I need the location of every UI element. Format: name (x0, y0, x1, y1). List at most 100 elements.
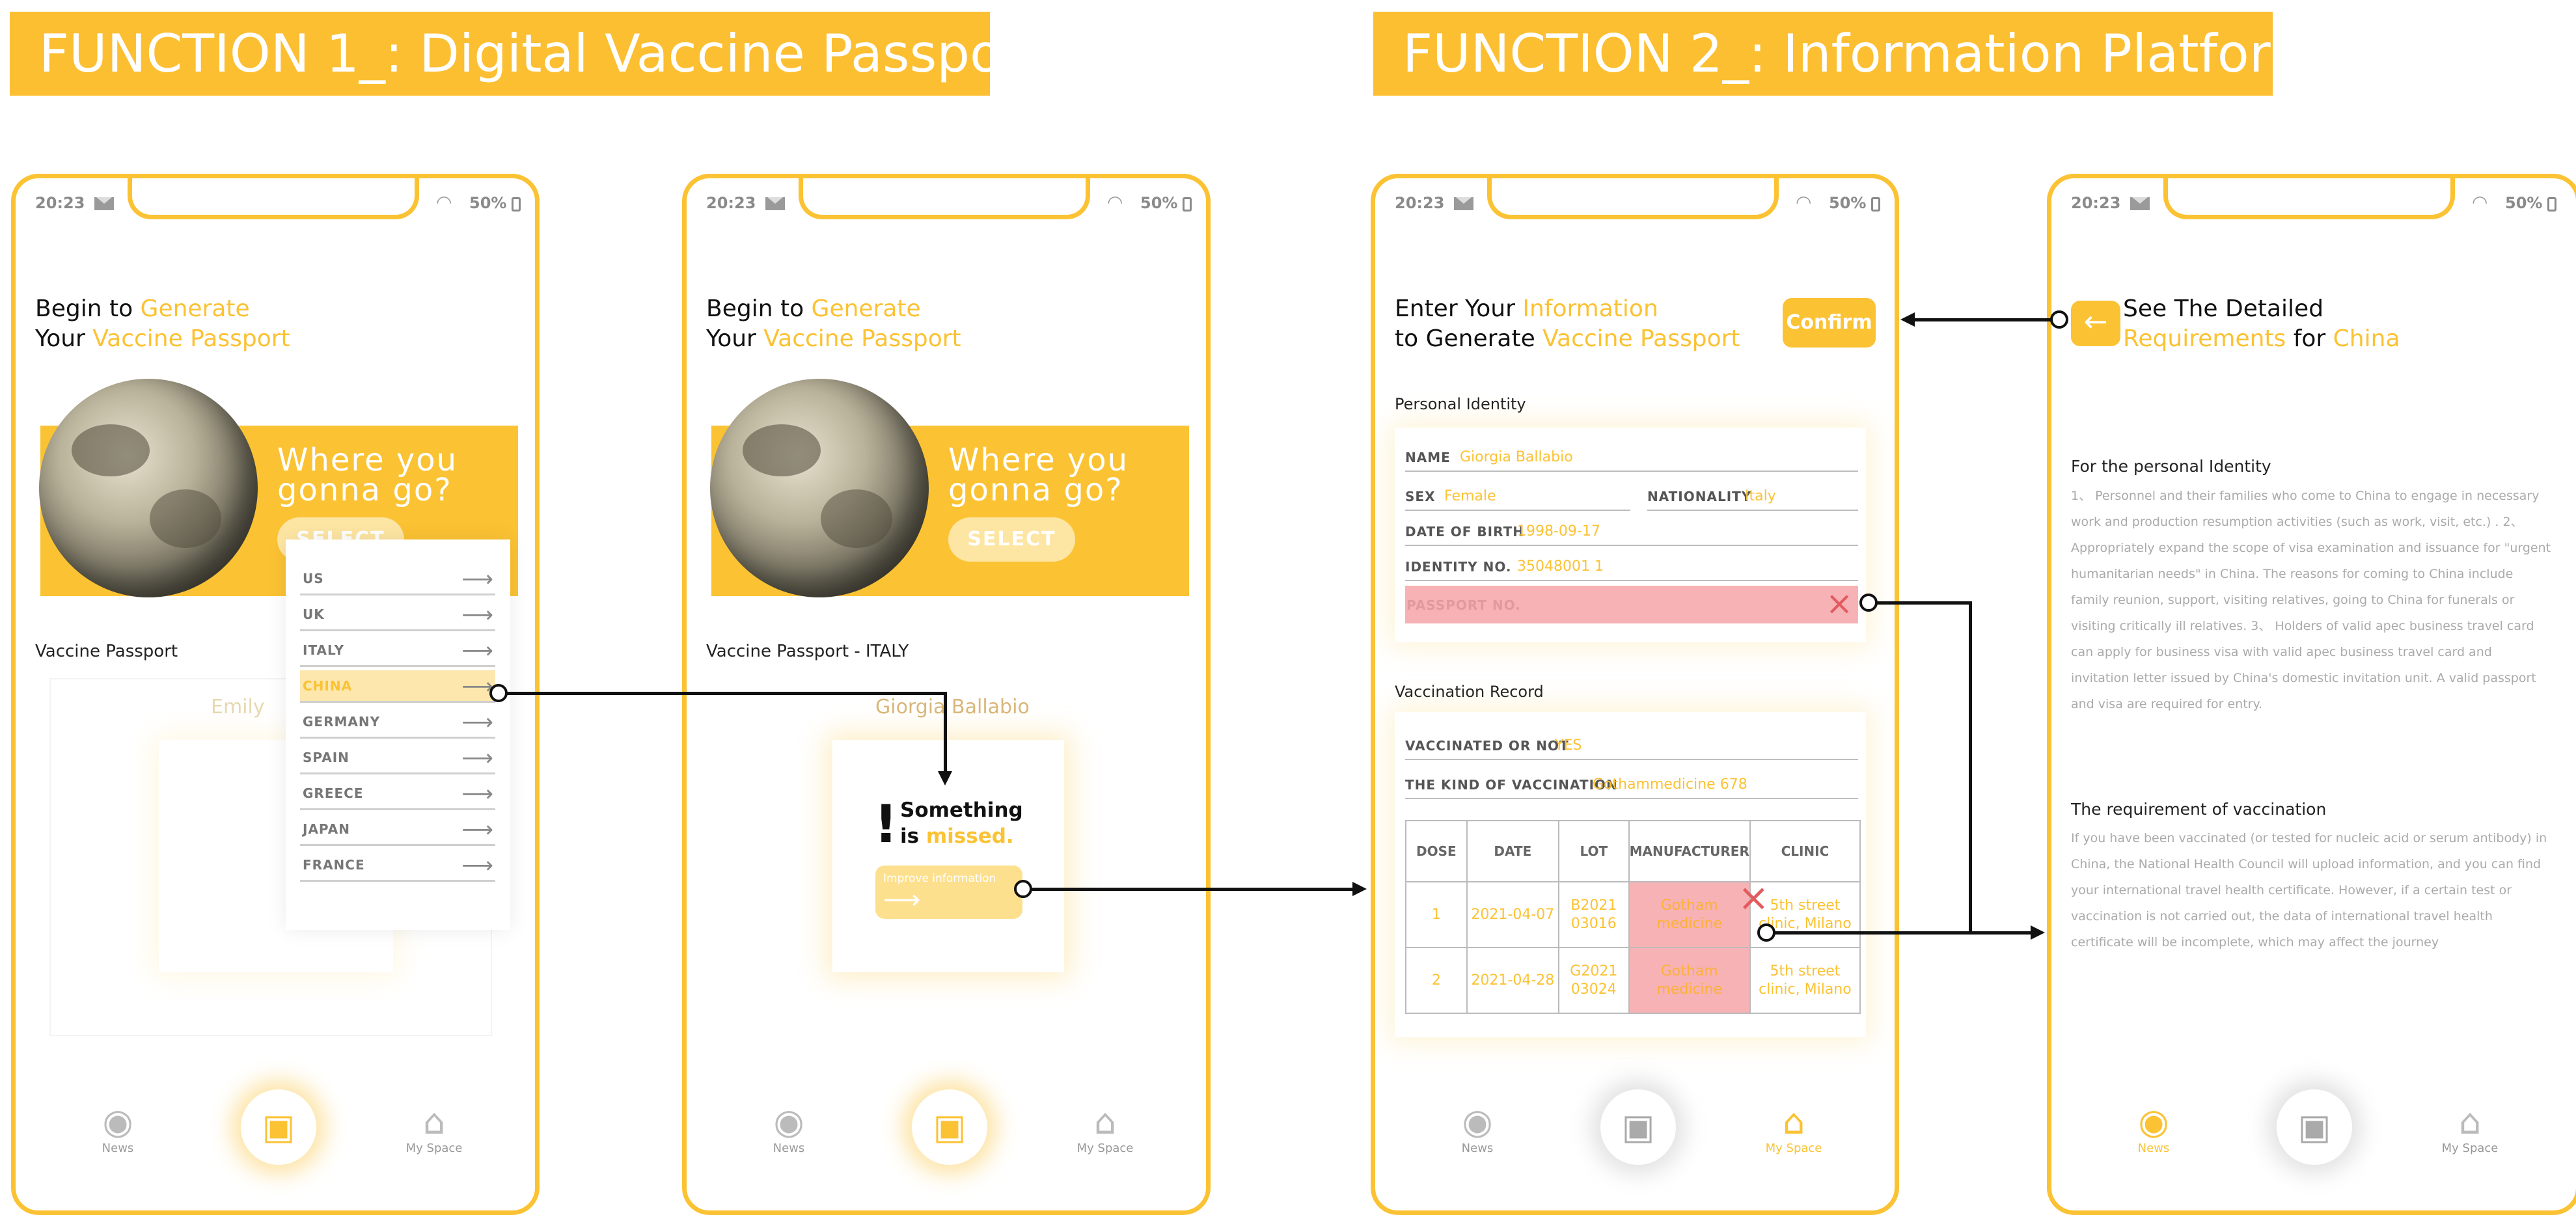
notch (128, 178, 419, 219)
country-option[interactable]: US ⟶ (300, 563, 495, 595)
flow-connector (1025, 888, 1357, 891)
eye-icon: ◉ (773, 1101, 804, 1142)
nationality-label: NATIONALITY (1647, 489, 1752, 504)
page-title: Begin to Generate Your Vaccine Passport (35, 295, 290, 352)
identity-value[interactable]: 35048001 1 (1517, 558, 1604, 575)
country-option[interactable]: JAPAN ⟶ (300, 813, 495, 846)
select-destination-button[interactable]: SELECT (948, 517, 1075, 562)
status-time: 20:23 (1395, 194, 1445, 212)
passport-field-error[interactable]: PASSPORT NO. × (1405, 586, 1858, 623)
arrow-right-icon: ⟶ (461, 709, 494, 735)
phone-screen-requirements: 20:23 ◠ 50% ← See The Detailed Requireme… (2047, 174, 2576, 1215)
vaccination-record-title: Vaccination Record (1395, 683, 1544, 701)
dose-cell[interactable]: 1 (1405, 881, 1468, 948)
arrow-right-icon: ⟶ (461, 817, 494, 843)
mail-icon (94, 197, 114, 210)
status-time: 20:23 (2071, 194, 2121, 212)
nav-news[interactable]: ◉ News (79, 1102, 157, 1156)
column-header: MANUFACTURER (1628, 820, 1751, 882)
function2-banner: FUNCTION 2_: Information Platform (1373, 12, 2320, 96)
name-value[interactable]: Giorgia Ballabio (1460, 449, 1573, 465)
nav-news[interactable]: ◉ News (2115, 1102, 2193, 1156)
nav-passport[interactable]: ▣ (241, 1089, 316, 1165)
passport-icon: ▣ (933, 1106, 966, 1147)
mail-icon (765, 197, 785, 210)
manufacturer-cell-error[interactable]: Gotham medicine (1628, 881, 1751, 948)
passport-icon: ▣ (1621, 1106, 1655, 1147)
vaccinated-value[interactable]: YES (1555, 737, 1582, 754)
flow-arrowhead (1900, 312, 1915, 327)
page-title: Enter Your Information to Generate Vacci… (1395, 295, 1740, 352)
dob-value[interactable]: 1998-09-17 (1517, 523, 1600, 539)
passport-label: PASSPORT NO. (1406, 597, 1521, 613)
table-row: 2 2021-04-28 G2021 03024 Gotham medicine… (1405, 947, 1861, 1014)
nav-my-space[interactable]: ⌂ My Space (1066, 1101, 1144, 1156)
earth-globe-image (39, 379, 258, 597)
nav-news[interactable]: ◉ News (1438, 1102, 1516, 1156)
dose-cell[interactable]: 2 (1405, 947, 1468, 1014)
nav-my-space[interactable]: ⌂ My Space (1755, 1102, 1833, 1156)
back-button[interactable]: ← (2071, 301, 2120, 346)
nav-passport[interactable]: ▣ (2277, 1089, 2352, 1165)
flow-node (2050, 310, 2068, 329)
identity-label: IDENTITY NO. (1405, 559, 1512, 575)
date-cell[interactable]: 2021-04-07 (1466, 881, 1559, 948)
country-option[interactable]: FRANCE ⟶ (300, 849, 495, 882)
passport-icon: ▣ (262, 1106, 295, 1147)
wifi-icon: ◠ (436, 191, 452, 213)
divider (1405, 580, 1858, 581)
nav-my-space[interactable]: ⌂ My Space (395, 1102, 473, 1156)
home-icon: ⌂ (2458, 1101, 2482, 1142)
flow-connector (1770, 931, 2034, 935)
wifi-icon: ◠ (2472, 191, 2488, 213)
vaccine-kind-value[interactable]: Gothammedicine 678 (1593, 776, 1747, 793)
lot-cell[interactable]: G2021 03024 (1557, 947, 1630, 1014)
nav-news[interactable]: ◉ News (750, 1101, 828, 1156)
phone-screen-select-destination: 20:23 ◠ 50% Begin to Generate Your Vacci… (11, 174, 540, 1215)
divider (1405, 510, 1630, 511)
column-header: LOT (1557, 820, 1630, 882)
improve-label: Improve information (883, 872, 996, 885)
nav-my-space[interactable]: ⌂ My Space (2431, 1101, 2509, 1156)
vaccination-requirement-heading: The requirement of vaccination (2071, 800, 2327, 819)
confirm-button[interactable]: Confirm (1783, 298, 1876, 348)
country-option[interactable]: UK ⟶ (300, 599, 495, 631)
column-header: CLINIC (1749, 820, 1861, 882)
country-dropdown[interactable]: US ⟶ UK ⟶ ITALY ⟶ CHINA ⟶ GERMANY ⟶ SPAIN ⟶ GR… (286, 539, 510, 930)
lot-cell[interactable]: B2021 03016 (1557, 881, 1630, 948)
earth-globe-image (710, 379, 929, 597)
country-option-selected[interactable]: CHINA ⟶ (300, 670, 495, 703)
nav-passport[interactable]: ▣ (912, 1089, 987, 1165)
nav-passport[interactable]: ▣ (1600, 1089, 1676, 1165)
arrow-right-icon: ⟶ (461, 566, 494, 592)
country-option[interactable]: GERMANY ⟶ (300, 706, 495, 739)
wifi-icon: ◠ (1796, 191, 1812, 213)
personal-identity-form: NAME Giorgia Ballabio SEX Female NATIONA… (1395, 428, 1866, 642)
flow-node (1757, 923, 1775, 942)
manufacturer-cell-error[interactable]: Gotham medicine (1628, 947, 1751, 1014)
home-icon: ⌂ (1093, 1101, 1117, 1142)
country-option[interactable]: ITALY ⟶ (300, 635, 495, 667)
country-option[interactable]: GREECE ⟶ (300, 778, 495, 810)
improve-information-button[interactable]: Improve information ⟶ (875, 866, 1022, 919)
clinic-cell[interactable]: 5th street clinic, Milano (1749, 947, 1861, 1014)
nationality-value[interactable]: Italy (1745, 488, 1776, 504)
notch (1487, 178, 1779, 219)
battery-percent: 50% (469, 194, 507, 212)
sex-value[interactable]: Female (1444, 488, 1496, 504)
divider (1405, 471, 1858, 472)
divider (1647, 510, 1858, 511)
flow-connector (1969, 601, 1972, 935)
flow-connector (501, 692, 946, 695)
section-title: Vaccine Passport (35, 642, 178, 661)
dose-table: DOSE DATE LOT MANUFACTURER CLINIC 1 2021… (1405, 820, 1861, 1014)
vaccine-kind-label: THE KIND OF VACCINATION (1405, 777, 1618, 793)
page-title: Begin to Generate Your Vaccine Passport (706, 295, 961, 352)
notch (2163, 178, 2455, 219)
divider (1405, 759, 1858, 760)
country-option[interactable]: SPAIN ⟶ (300, 742, 495, 774)
page-title: See The Detailed Requirements for China (2123, 295, 2400, 352)
table-row: 1 2021-04-07 B2021 03016 Gotham medicine… (1405, 881, 1861, 948)
date-cell[interactable]: 2021-04-28 (1466, 947, 1559, 1014)
personal-identity-text: 1、 Personnel and their families who come… (2071, 489, 2551, 711)
